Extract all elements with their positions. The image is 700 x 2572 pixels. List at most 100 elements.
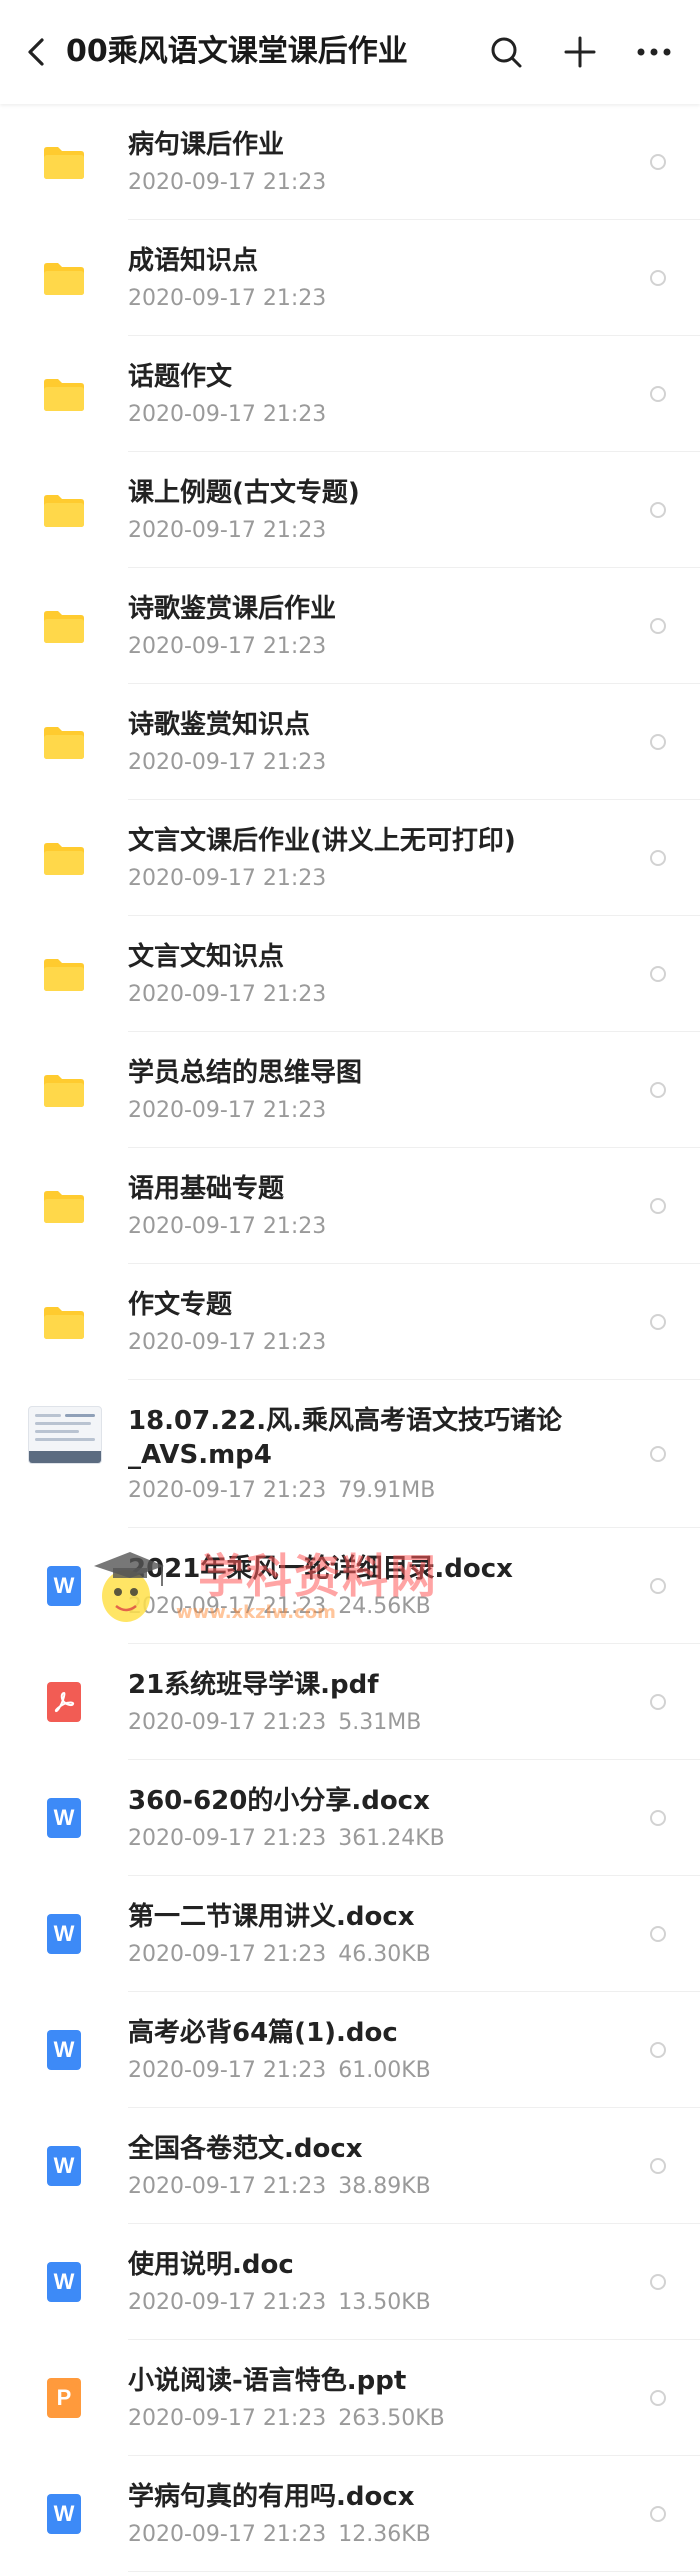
- word-doc-icon: W: [47, 2030, 81, 2070]
- file-name: 高考必背64篇(1).doc: [128, 2018, 398, 2048]
- folder-icon: [44, 147, 84, 179]
- file-row[interactable]: P 小说阅读-语言特色.ppt 2020-09-17 21:23 263.50KB: [0, 2340, 700, 2456]
- file-type-icon: W: [40, 2142, 88, 2190]
- select-radio[interactable]: [650, 850, 666, 866]
- file-name: 作文专题: [128, 1290, 233, 1320]
- file-date: 2020-09-17 21:23: [128, 1594, 327, 1619]
- top-bar: 00乘风语文课堂课后作业: [0, 0, 700, 104]
- folder-row[interactable]: 病句课后作业 2020-09-17 21:23: [0, 104, 700, 220]
- pdf-icon: [47, 1682, 81, 1722]
- file-date: 2020-09-17 21:23: [128, 518, 327, 543]
- file-date: 2020-09-17 21:23: [128, 866, 327, 891]
- more-button[interactable]: [630, 28, 678, 76]
- file-row[interactable]: 21系统班导学课.pdf 2020-09-17 21:23 5.31MB: [0, 1644, 700, 1760]
- select-radio[interactable]: [650, 734, 666, 750]
- file-name: 话题作文: [128, 362, 233, 392]
- file-row[interactable]: 18.07.22.风.乘风高考语文技巧诸论_AVS.mp4 2020-09-17 …: [0, 1380, 700, 1528]
- select-radio[interactable]: [650, 1810, 666, 1826]
- select-radio[interactable]: [650, 154, 666, 170]
- file-size: 79.91MB: [338, 1478, 436, 1503]
- folder-row[interactable]: 学员总结的思维导图 2020-09-17 21:23: [0, 1032, 700, 1148]
- file-size: 24.56KB: [338, 1594, 431, 1619]
- file-name: 课上例题(古文专题): [128, 478, 360, 508]
- folder-row[interactable]: 语用基础专题 2020-09-17 21:23: [0, 1148, 700, 1264]
- file-type-icon: [40, 602, 88, 650]
- folder-row[interactable]: 诗歌鉴赏知识点 2020-09-17 21:23: [0, 684, 700, 800]
- folder-icon: [44, 611, 84, 643]
- file-row[interactable]: W 学病句真的有用吗.docx 2020-09-17 21:23 12.36KB: [0, 2456, 700, 2572]
- word-doc-icon: W: [47, 2494, 81, 2534]
- file-name: 学病句真的有用吗.docx: [128, 2482, 415, 2512]
- file-date: 2020-09-17 21:23: [128, 750, 327, 775]
- folder-row[interactable]: 文言文课后作业(讲义上无可打印) 2020-09-17 21:23: [0, 800, 700, 916]
- file-type-icon: [40, 1182, 88, 1230]
- file-row[interactable]: W 全国各卷范文.docx 2020-09-17 21:23 38.89KB: [0, 2108, 700, 2224]
- file-row[interactable]: W 2021年乘风一轮详细目录.docx 2020-09-17 21:23 24.56…: [0, 1528, 700, 1644]
- folder-icon: [44, 1307, 84, 1339]
- file-date: 2020-09-17 21:23: [128, 982, 327, 1007]
- file-date: 2020-09-17 21:23: [128, 634, 327, 659]
- file-row[interactable]: W 高考必背64篇(1).doc 2020-09-17 21:23 61.00KB: [0, 1992, 700, 2108]
- word-doc-icon: W: [47, 2146, 81, 2186]
- select-radio[interactable]: [650, 618, 666, 634]
- file-type-icon: P: [40, 2374, 88, 2422]
- select-radio[interactable]: [650, 1578, 666, 1594]
- file-meta: 2020-09-17 21:23 361.24KB: [128, 1824, 445, 1854]
- folder-row[interactable]: 诗歌鉴赏课后作业 2020-09-17 21:23: [0, 568, 700, 684]
- file-size: 61.00KB: [338, 2058, 431, 2083]
- chevron-left-icon: [28, 38, 44, 66]
- file-date: 2020-09-17 21:23: [128, 170, 327, 195]
- file-type-icon: [40, 370, 88, 418]
- file-name: 文言文课后作业(讲义上无可打印): [128, 826, 516, 856]
- file-meta: 2020-09-17 21:23: [128, 748, 326, 778]
- word-doc-icon: W: [47, 1798, 81, 1838]
- add-button[interactable]: [556, 28, 604, 76]
- file-row[interactable]: W 第一二节课用讲义.docx 2020-09-17 21:23 46.30KB: [0, 1876, 700, 1992]
- plus-icon: [564, 36, 596, 68]
- file-type-icon: [40, 950, 88, 998]
- file-date: 2020-09-17 21:23: [128, 2406, 327, 2431]
- select-radio[interactable]: [650, 386, 666, 402]
- file-meta: 2020-09-17 21:23 79.91MB: [128, 1476, 435, 1506]
- file-type-icon: [40, 834, 88, 882]
- folder-row[interactable]: 成语知识点 2020-09-17 21:23: [0, 220, 700, 336]
- folder-icon: [44, 1075, 84, 1107]
- select-radio[interactable]: [650, 1926, 666, 1942]
- select-radio[interactable]: [650, 966, 666, 982]
- file-type-icon: W: [40, 2490, 88, 2538]
- file-name: 成语知识点: [128, 246, 259, 276]
- select-radio[interactable]: [650, 2158, 666, 2174]
- file-name: 21系统班导学课.pdf: [128, 1670, 379, 1700]
- select-radio[interactable]: [650, 1314, 666, 1330]
- select-radio[interactable]: [650, 1082, 666, 1098]
- file-date: 2020-09-17 21:23: [128, 1942, 327, 1967]
- file-type-icon: [40, 718, 88, 766]
- file-row[interactable]: W 360-620的小分享.docx 2020-09-17 21:23 361.24K…: [0, 1760, 700, 1876]
- file-meta: 2020-09-17 21:23 61.00KB: [128, 2056, 431, 2086]
- select-radio[interactable]: [650, 2390, 666, 2406]
- folder-icon: [44, 1191, 84, 1223]
- file-name: 第一二节课用讲义.docx: [128, 1902, 415, 1932]
- select-radio[interactable]: [650, 1446, 666, 1462]
- back-button[interactable]: [14, 28, 58, 76]
- ppt-icon: P: [47, 2378, 81, 2418]
- select-radio[interactable]: [650, 1198, 666, 1214]
- file-date: 2020-09-17 21:23: [128, 402, 327, 427]
- file-size: 263.50KB: [338, 2406, 445, 2431]
- select-radio[interactable]: [650, 2274, 666, 2290]
- file-row[interactable]: W 使用说明.doc 2020-09-17 21:23 13.50KB: [0, 2224, 700, 2340]
- file-type-icon: [40, 486, 88, 534]
- folder-row[interactable]: 作文专题 2020-09-17 21:23: [0, 1264, 700, 1380]
- select-radio[interactable]: [650, 270, 666, 286]
- select-radio[interactable]: [650, 502, 666, 518]
- folder-row[interactable]: 文言文知识点 2020-09-17 21:23: [0, 916, 700, 1032]
- select-radio[interactable]: [650, 2042, 666, 2058]
- folder-row[interactable]: 课上例题(古文专题) 2020-09-17 21:23: [0, 452, 700, 568]
- folder-row[interactable]: 话题作文 2020-09-17 21:23: [0, 336, 700, 452]
- select-radio[interactable]: [650, 2506, 666, 2522]
- file-date: 2020-09-17 21:23: [128, 286, 327, 311]
- file-date: 2020-09-17 21:23: [128, 1710, 327, 1735]
- select-radio[interactable]: [650, 1694, 666, 1710]
- file-name: 诗歌鉴赏课后作业: [128, 594, 337, 624]
- search-button[interactable]: [482, 28, 530, 76]
